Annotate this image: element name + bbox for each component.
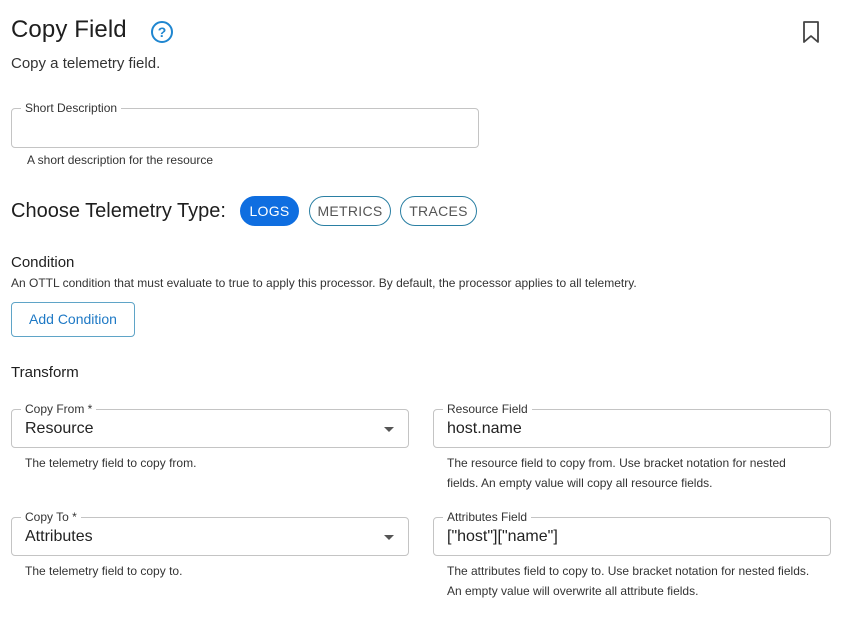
resource-field-helper-line1: The resource field to copy from. Use bra… [447, 456, 786, 470]
chevron-down-icon [384, 535, 394, 540]
copy-to-label: Copy To * [21, 510, 81, 524]
copy-to-helper: The telemetry field to copy to. [25, 564, 183, 578]
page-title: Copy Field [11, 16, 127, 43]
copy-from-value: Resource [25, 420, 94, 437]
resource-field-label: Resource Field [443, 402, 532, 416]
copy-from-select[interactable]: Copy From * Resource [11, 402, 409, 448]
resource-field-helper-line2: fields. An empty value will copy all res… [447, 476, 713, 490]
help-icon[interactable]: ? [150, 20, 174, 44]
resource-field-value[interactable]: host.name [447, 420, 522, 438]
condition-label: Condition [11, 254, 75, 271]
chevron-down-icon [384, 427, 394, 432]
condition-description: An OTTL condition that must evaluate to … [11, 276, 637, 290]
transform-label: Transform [11, 364, 79, 381]
telemetry-option-metrics[interactable]: METRICS [309, 196, 391, 226]
telemetry-option-traces[interactable]: TRACES [400, 196, 477, 226]
attributes-field-label: Attributes Field [443, 510, 532, 524]
svg-text:?: ? [158, 24, 167, 40]
resource-field[interactable]: Resource Field host.name [433, 402, 831, 448]
attributes-field-helper-line1: The attributes field to copy to. Use bra… [447, 564, 810, 578]
add-condition-button[interactable]: Add Condition [11, 302, 135, 337]
short-description-input[interactable] [25, 115, 465, 141]
attributes-field[interactable]: Attributes Field ["host"]["name"] [433, 510, 831, 556]
telemetry-option-logs[interactable]: LOGS [240, 196, 299, 226]
telemetry-type-heading: Choose Telemetry Type: [11, 200, 226, 222]
attributes-field-value[interactable]: ["host"]["name"] [447, 528, 558, 546]
copy-from-label: Copy From * [21, 402, 97, 416]
short-description-field[interactable]: Short Description [11, 101, 479, 148]
bookmark-icon[interactable] [800, 20, 822, 44]
attributes-field-helper-line2: An empty value will overwrite all attrib… [447, 584, 699, 598]
copy-from-helper: The telemetry field to copy from. [25, 456, 197, 470]
copy-to-value: Attributes [25, 528, 93, 545]
copy-to-select[interactable]: Copy To * Attributes [11, 510, 409, 556]
short-description-label: Short Description [21, 101, 122, 115]
short-description-helper: A short description for the resource [27, 153, 214, 167]
page-subtitle: Copy a telemetry field. [11, 55, 161, 72]
